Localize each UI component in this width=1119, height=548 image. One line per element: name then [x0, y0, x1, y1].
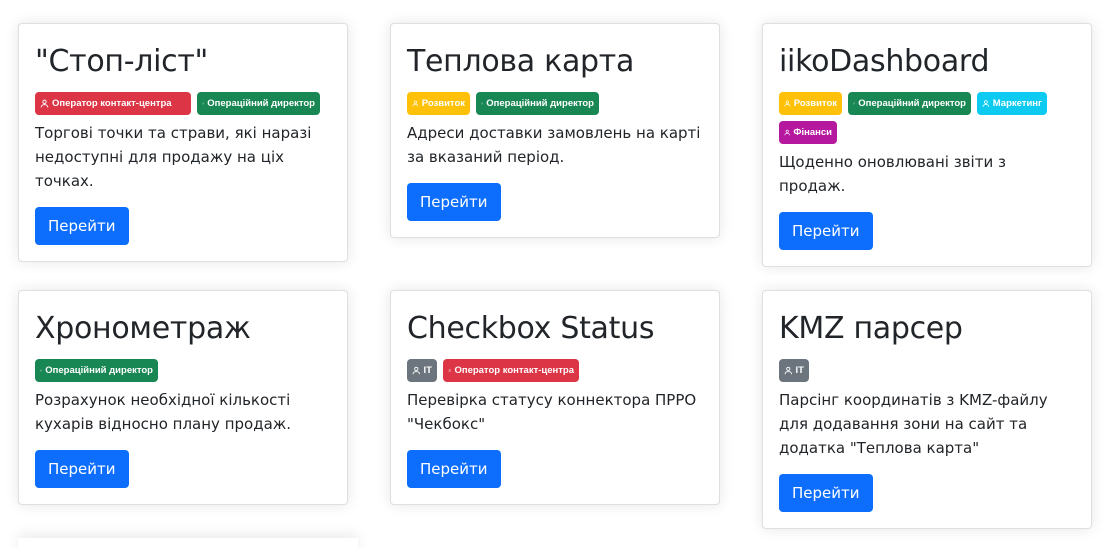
card-timing: Хронометраж Операційний директор Розраху… — [18, 290, 348, 505]
badge-list: Оператор контакт-центра Операційний дире… — [35, 92, 331, 115]
role-badge: Операційний директор — [35, 359, 158, 382]
role-badge: Операційний директор — [848, 92, 971, 115]
person-icon — [853, 102, 856, 105]
badge-list: Розвиток Операційний директор Маркетинг … — [779, 92, 1075, 144]
role-badge: IT — [407, 359, 437, 382]
role-badge: Операційний директор — [197, 92, 320, 115]
go-button[interactable]: Перейти — [35, 450, 129, 488]
card-title: iikoDashboard — [779, 44, 990, 79]
card-title: Хронометраж — [35, 311, 251, 346]
role-badge: IT — [779, 359, 809, 382]
card-description: Розрахунок необхідної кількості кухарів … — [35, 391, 292, 433]
card-kmz-parser: KMZ парсер IT Парсінг координатів з KMZ-… — [762, 290, 1092, 529]
role-badge: Маркетинг — [977, 92, 1047, 115]
card-description: Перевірка статусу коннектора ПРРО "Чекбо… — [407, 391, 697, 433]
next-card-edge — [18, 538, 358, 548]
go-button[interactable]: Перейти — [407, 183, 501, 221]
card-title: Checkbox Status — [407, 311, 655, 346]
person-icon — [784, 129, 790, 136]
card-description: Парсінг координатів з KMZ-файлу для дода… — [779, 391, 1048, 457]
badge-list: IT Оператор контакт-центра — [407, 359, 703, 382]
card-description: Щоденно оновлювані звіти з продаж. — [779, 153, 1006, 195]
card-checkbox-status: Checkbox Status IT Оператор контакт-цент… — [390, 290, 720, 505]
role-badge: Операційний директор — [476, 92, 599, 115]
role-badge: Оператор контакт-центра — [35, 92, 191, 115]
person-icon — [202, 102, 205, 105]
role-badge: Розвиток — [779, 92, 842, 115]
card-description: Торгові точки та страви, які наразі недо… — [35, 124, 312, 190]
person-icon — [481, 102, 484, 105]
role-badge: Розвиток — [407, 92, 470, 115]
person-icon — [784, 100, 791, 107]
card-title: KMZ парсер — [779, 311, 963, 346]
person-icon — [40, 99, 49, 108]
go-button[interactable]: Перейти — [779, 474, 873, 512]
card-heat-map: Теплова карта Розвиток Операційний дирек… — [390, 23, 720, 238]
role-badge: Оператор контакт-центра — [443, 359, 579, 382]
badge-list: IT — [779, 359, 1075, 382]
card-title: Теплова карта — [407, 44, 635, 79]
role-badge: Фінанси — [779, 121, 837, 144]
card-description: Адреси доставки замовлень на карті за вк… — [407, 124, 701, 166]
person-icon — [412, 100, 419, 107]
dashboard-grid: "Стоп-ліст" Оператор контакт-центра Опер… — [0, 0, 1119, 548]
go-button[interactable]: Перейти — [407, 450, 501, 488]
card-stop-list: "Стоп-ліст" Оператор контакт-центра Опер… — [18, 23, 348, 262]
person-icon — [448, 369, 452, 373]
person-icon — [982, 100, 990, 107]
go-button[interactable]: Перейти — [35, 207, 129, 245]
card-iiko-dashboard: iikoDashboard Розвиток Операційний дирек… — [762, 23, 1092, 267]
person-icon — [784, 366, 792, 375]
badge-list: Розвиток Операційний директор — [407, 92, 703, 115]
card-title: "Стоп-ліст" — [35, 44, 208, 79]
go-button[interactable]: Перейти — [779, 212, 873, 250]
person-icon — [40, 369, 43, 372]
person-icon — [412, 366, 420, 375]
badge-list: Операційний директор — [35, 359, 331, 382]
